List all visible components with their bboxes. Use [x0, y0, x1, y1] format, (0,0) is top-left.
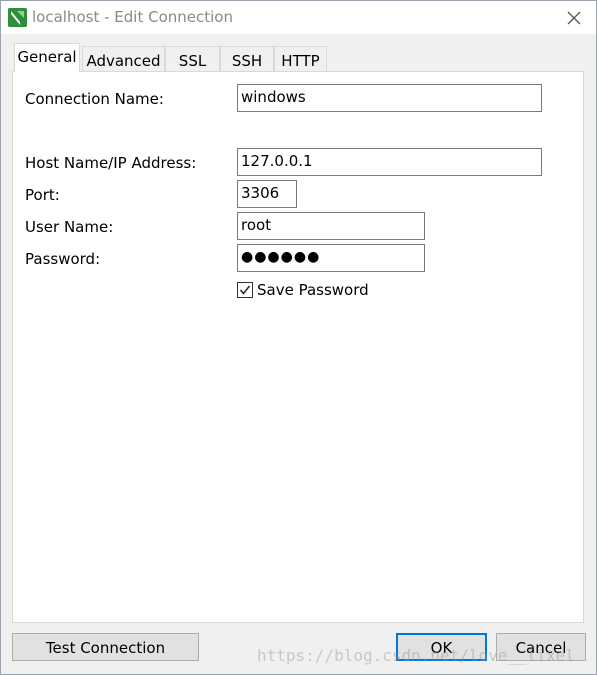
cancel-button[interactable]: Cancel: [496, 633, 586, 661]
connection-name-input[interactable]: windows: [237, 84, 542, 112]
tab-ssh[interactable]: SSH: [220, 46, 274, 72]
save-password-label[interactable]: Save Password: [257, 281, 369, 299]
tab-advanced[interactable]: Advanced: [82, 46, 165, 72]
password-label: Password:: [25, 250, 101, 268]
title-bar: localhost - Edit Connection: [1, 1, 596, 34]
close-icon[interactable]: [563, 7, 585, 29]
window-title: localhost - Edit Connection: [32, 8, 233, 26]
ok-button[interactable]: OK: [396, 633, 487, 661]
tab-general[interactable]: General: [14, 43, 80, 72]
host-label: Host Name/IP Address:: [25, 154, 197, 172]
user-name-input[interactable]: root: [237, 212, 425, 240]
test-connection-button[interactable]: Test Connection: [12, 633, 199, 661]
connection-name-label: Connection Name:: [25, 90, 164, 108]
tab-http[interactable]: HTTP: [274, 46, 327, 72]
tab-ssl[interactable]: SSL: [165, 46, 220, 72]
user-name-label: User Name:: [25, 218, 114, 236]
save-password-checkbox[interactable]: [237, 282, 253, 298]
port-label: Port:: [25, 186, 60, 204]
checkmark-icon: [239, 285, 251, 295]
port-input[interactable]: 3306: [237, 180, 297, 208]
password-input[interactable]: ●●●●●●: [237, 244, 425, 272]
host-input[interactable]: 127.0.0.1: [237, 148, 542, 176]
edit-connection-dialog: localhost - Edit Connection General Adva…: [0, 0, 597, 675]
navicat-app-icon: [8, 8, 27, 27]
